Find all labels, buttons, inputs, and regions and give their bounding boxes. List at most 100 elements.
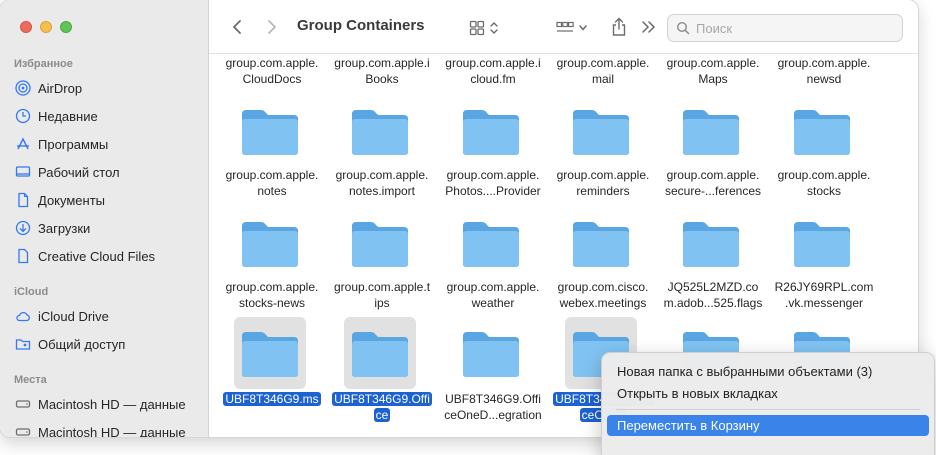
folder-icon	[344, 317, 416, 389]
context-menu-item-new-folder-with-selection[interactable]: Новая папка с выбранными объектами (3)	[607, 361, 929, 382]
zoom-window-button[interactable]	[60, 21, 72, 33]
share-icon	[612, 17, 626, 36]
folder-label: group.com.apple. notes.import	[335, 168, 429, 198]
disk-icon	[14, 395, 32, 413]
sidebar-item-macintosh-hd[interactable]: Macintosh HD — данные	[14, 392, 204, 416]
chevron-right-icon	[268, 20, 276, 34]
sidebar-item-applications[interactable]: Программы	[14, 132, 204, 156]
document-icon	[14, 191, 32, 209]
folder-icon	[455, 207, 527, 279]
folder-icon	[455, 95, 527, 167]
download-icon	[14, 219, 32, 237]
folder-label: group.com.apple. reminders	[556, 168, 650, 198]
sidebar-item-label: Общий доступ	[38, 336, 126, 352]
view-mode-button[interactable]	[465, 16, 503, 40]
folder-icon	[234, 207, 306, 279]
airdrop-icon	[14, 79, 32, 97]
sidebar-item-creative-cloud[interactable]: Creative Cloud Files	[14, 244, 204, 268]
clock-icon	[14, 107, 32, 125]
search-field[interactable]	[667, 14, 903, 42]
group-button[interactable]	[553, 16, 591, 40]
minimize-window-button[interactable]	[40, 21, 52, 33]
sidebar-item-documents[interactable]: Документы	[14, 188, 204, 212]
folder-label: group.com.apple. Maps	[666, 56, 760, 86]
context-menu-separator	[616, 409, 920, 410]
folder-icon	[234, 95, 306, 167]
sidebar-item-airdrop[interactable]: AirDrop	[14, 76, 204, 100]
share-button[interactable]	[609, 15, 629, 39]
folder-label: group.com.apple. notes	[225, 168, 319, 198]
desktop-icon	[14, 163, 32, 181]
chevron-updown-icon	[490, 22, 498, 34]
grid-view-icon	[469, 20, 485, 36]
toolbar: Group Containers	[209, 0, 918, 54]
folder-label: group.com.apple. newsd	[777, 56, 871, 86]
folder-label: UBF8T346G9.Offi ce	[332, 392, 432, 422]
sidebar-item-label: Macintosh HD — данные	[38, 396, 186, 412]
sidebar-item-label: AirDrop	[38, 80, 83, 96]
folder-icon	[675, 95, 747, 167]
sidebar-item-label: Creative Cloud Files	[38, 248, 156, 264]
folder-label: group.com.apple. CloudDocs	[225, 56, 319, 86]
folder-icon	[344, 207, 416, 279]
folder-label: group.com.apple. Photos....Provider	[445, 168, 541, 198]
sidebar-item-desktop[interactable]: Рабочий стол	[14, 160, 204, 184]
sidebar-item-macintosh-hd-2[interactable]: Macintosh HD — данные	[14, 420, 204, 437]
shared-folder-icon	[14, 335, 32, 353]
sidebar-section-favorites: Избранное	[14, 58, 73, 70]
double-chevron-right-icon	[642, 21, 656, 33]
context-menu: Новая папка с выбранными объектами (3) О…	[602, 353, 934, 455]
sidebar-item-label: Рабочий стол	[38, 164, 120, 180]
folder-label: R26JY69RPL.com .vk.messenger	[774, 280, 874, 310]
folder-label: group.com.apple. stocks-news	[225, 280, 319, 310]
folder-label: JQ525L2MZD.co m.adob...525.flags	[663, 280, 763, 310]
file-icon	[14, 247, 32, 265]
window-title: Group Containers	[297, 17, 425, 34]
search-input[interactable]	[696, 20, 886, 36]
close-window-button[interactable]	[20, 21, 32, 33]
disk-icon	[14, 423, 32, 437]
sidebar-item-label: Macintosh HD — данные	[38, 424, 186, 438]
back-button[interactable]	[227, 17, 247, 37]
sidebar-item-recents[interactable]: Недавние	[14, 104, 204, 128]
sidebar-item-label: Загрузки	[38, 220, 91, 236]
folder-label: group.com.apple. stocks	[777, 168, 871, 198]
more-toolbar-button[interactable]	[639, 17, 659, 37]
sidebar-section-locations: Места	[14, 374, 47, 386]
chevron-down-icon	[579, 25, 587, 31]
cloud-icon	[14, 307, 32, 325]
folder-icon	[675, 207, 747, 279]
search-icon	[676, 21, 690, 35]
folder-label: group.com.cisco. webex.meetings	[557, 280, 649, 310]
folder-icon	[786, 95, 858, 167]
folder-label: UBF8T346G9.ms	[223, 392, 321, 406]
sidebar-item-icloud-drive[interactable]: iCloud Drive	[14, 304, 204, 328]
chevron-left-icon	[233, 20, 241, 34]
folder-icon	[455, 317, 527, 389]
sidebar-section-icloud: iCloud	[14, 286, 49, 298]
folder-label: UBF8T346G9.Offi ceOneD...egration	[444, 392, 542, 422]
sidebar-item-shared[interactable]: Общий доступ	[14, 332, 204, 356]
group-icon	[556, 21, 574, 32]
context-menu-item-move-to-trash[interactable]: Переместить в Корзину	[607, 415, 929, 436]
folder-icon	[344, 95, 416, 167]
folder-icon	[565, 95, 637, 167]
sidebar-item-label: Недавние	[38, 108, 98, 124]
folder-label: group.com.apple. mail	[556, 56, 650, 86]
forward-button[interactable]	[262, 17, 282, 37]
folder-label: group.com.apple. weather	[446, 280, 540, 310]
folder-label: group.com.apple. secure-...ferences	[664, 168, 762, 198]
sidebar-item-downloads[interactable]: Загрузки	[14, 216, 204, 240]
folder-label: group.com.apple.i Books	[334, 56, 430, 86]
applications-icon	[14, 135, 32, 153]
folder-icon	[565, 207, 637, 279]
sidebar-item-label: Документы	[38, 192, 106, 208]
folder-label: group.com.apple.i cloud.fm	[445, 56, 541, 86]
sidebar: Избранное AirDrop Недавние Программы Раб…	[0, 0, 209, 437]
folder-icon	[786, 207, 858, 279]
sidebar-item-label: Программы	[38, 136, 109, 152]
context-menu-item-open-in-new-tabs[interactable]: Открыть в новых вкладках	[607, 383, 929, 404]
sidebar-item-label: iCloud Drive	[38, 308, 109, 324]
folder-label: group.com.apple.t ips	[333, 280, 431, 310]
folder-icon	[234, 317, 306, 389]
